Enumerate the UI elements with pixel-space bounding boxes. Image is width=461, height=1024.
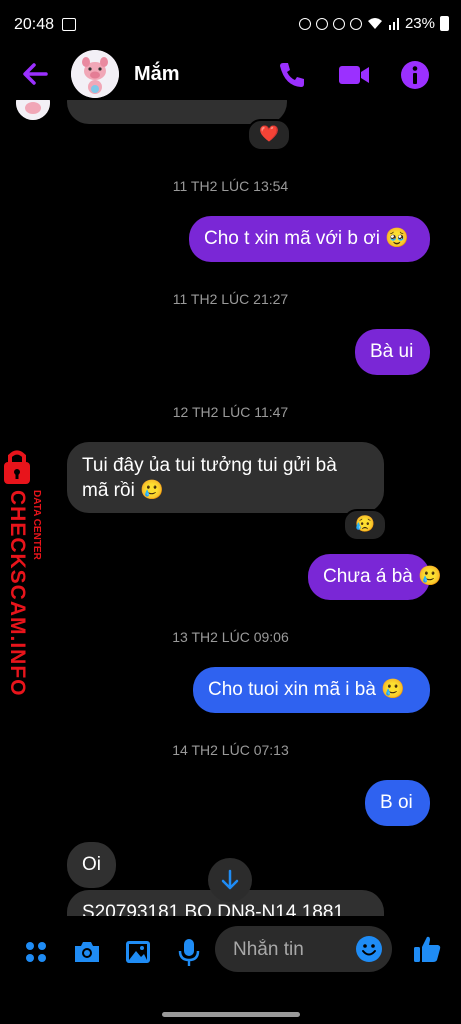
emoji-icon[interactable] [355, 935, 383, 963]
contact-name[interactable]: Mắm [134, 63, 180, 86]
arrow-down-icon [221, 869, 239, 890]
message-text-line: mã rồi 🥲 [82, 480, 164, 501]
watermark-subtext: DATA CENTER [31, 490, 42, 560]
battery-icon [440, 16, 449, 31]
timestamp: 11 TH2 LÚC 21:27 [172, 291, 289, 307]
timestamp: 11 TH2 LÚC 13:54 [172, 178, 289, 194]
contact-small-avatar [16, 100, 50, 120]
camera-icon[interactable] [71, 936, 103, 968]
message-bubble-incoming[interactable]: Oi [67, 842, 116, 888]
contact-avatar[interactable] [71, 50, 119, 98]
heart-reaction[interactable]: ❤️ [247, 119, 291, 151]
timestamp: 12 TH2 LÚC 11:47 [172, 404, 289, 420]
status-icons: 23% [298, 15, 449, 32]
notification-icon [298, 17, 311, 30]
microphone-icon[interactable] [173, 936, 205, 968]
apps-grid-icon[interactable] [20, 936, 52, 968]
wifi-icon [367, 18, 382, 29]
alarm-icon [332, 17, 345, 30]
phone-call-icon[interactable] [275, 58, 309, 92]
sad-reaction[interactable]: 😥 [343, 509, 387, 541]
signal-icon [388, 18, 399, 30]
scroll-to-bottom-button[interactable] [208, 858, 252, 902]
mute-icon [349, 17, 362, 30]
back-arrow-icon[interactable] [20, 60, 52, 88]
watermark-text: CHECKSCAM.INFO [6, 490, 29, 697]
message-input[interactable] [231, 926, 355, 974]
leaf-icon [315, 17, 328, 30]
composer-bar [0, 916, 461, 986]
video-call-icon[interactable] [337, 58, 371, 92]
pig-avatar-icon [71, 50, 119, 98]
checkscam-watermark: CHECKSCAM.INFO DATA CENTER [0, 450, 50, 697]
info-icon[interactable] [398, 58, 432, 92]
status-bar: 20:48 23% [0, 0, 461, 50]
message-bubble-outgoing[interactable]: Cho tuoi xin mã i bà 🥲 [193, 667, 430, 713]
status-time: 20:48 [14, 16, 55, 33]
pig-avatar-icon [16, 100, 50, 120]
battery-percent: 23% [404, 15, 435, 32]
message-bubble-outgoing[interactable]: Bà ui [355, 329, 430, 375]
timestamp: 13 TH2 LÚC 09:06 [172, 629, 289, 645]
message-list[interactable]: ❤️ 11 TH2 LÚC 13:54 Cho t xin mã với b ơ… [0, 100, 461, 916]
message-input-container[interactable] [215, 926, 392, 974]
message-text-line: Tui đây ủa tui tưởng tui gửi bà [82, 455, 337, 476]
home-indicator [162, 1012, 300, 1017]
like-thumbs-up-icon[interactable] [411, 933, 443, 965]
gallery-notification-icon [62, 18, 76, 31]
gallery-icon[interactable] [122, 936, 154, 968]
chat-header: Mắm [0, 50, 461, 100]
message-bubble-incoming[interactable]: Tui đây ủa tui tưởng tui gửi bà mã rồi 🥲 [67, 442, 384, 513]
timestamp: 14 TH2 LÚC 07:13 [172, 742, 289, 758]
message-bubble-outgoing[interactable]: Cho t xin mã với b ơi 🥹 [189, 216, 430, 262]
message-bubble-outgoing[interactable]: Chưa á bà 🥲 [308, 554, 442, 600]
message-bubble-outgoing[interactable]: B oi [365, 780, 430, 826]
